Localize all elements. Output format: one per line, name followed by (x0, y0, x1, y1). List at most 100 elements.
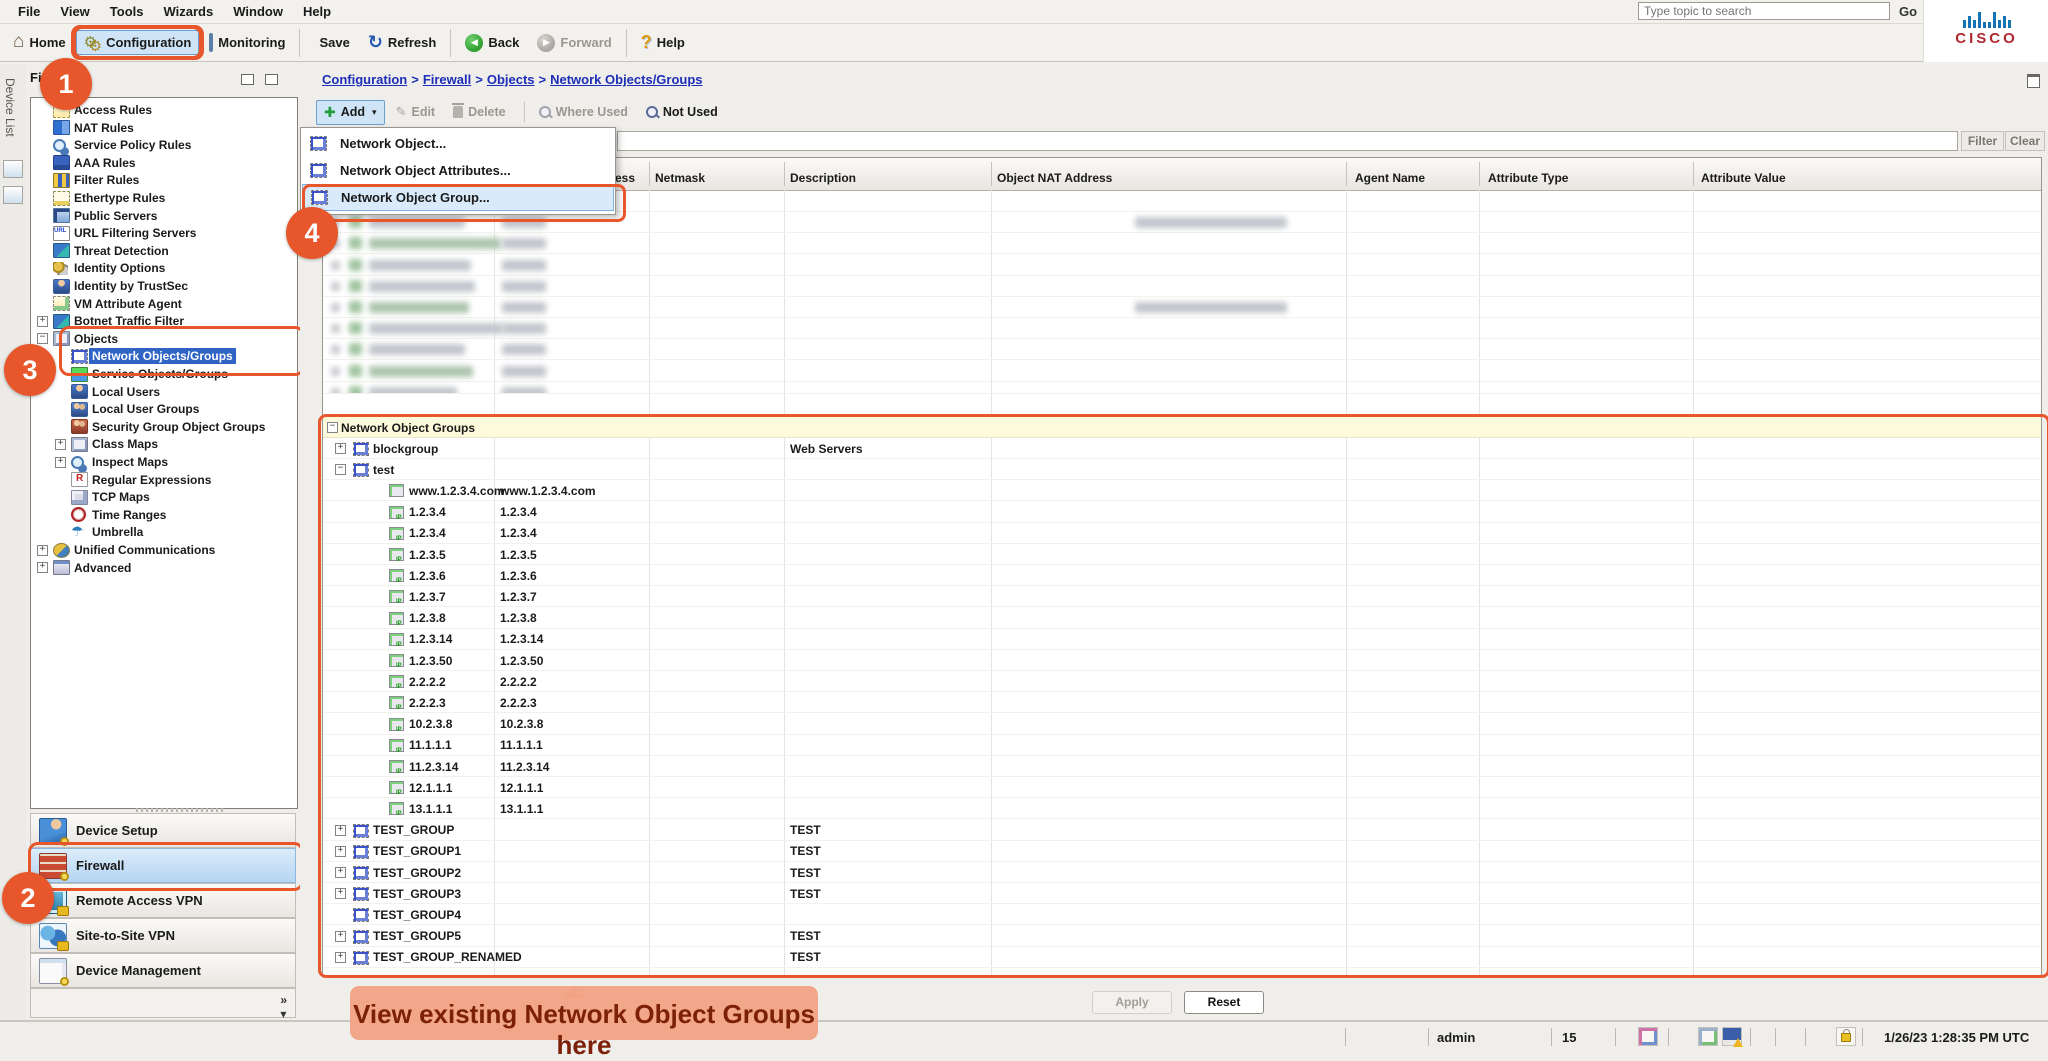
menubar-item-tools[interactable]: Tools (100, 1, 154, 22)
help-button[interactable]: ?Help (633, 27, 693, 58)
table-row-11-1-1-1[interactable]: 11.1.1.111.1.1.1 (323, 735, 2041, 756)
table-row-redacted[interactable] (323, 297, 2041, 318)
collapse-icon[interactable]: − (327, 422, 338, 433)
tree-item-service-objects-groups[interactable]: Service Objects/Groups (31, 365, 297, 383)
panel-dock-icon[interactable] (3, 186, 23, 204)
refresh-button[interactable]: ↻Refresh (360, 30, 445, 56)
save-button[interactable]: Save (306, 30, 357, 55)
column-divider[interactable] (1693, 162, 1694, 186)
menu-item-network-object[interactable]: Network Object... (302, 130, 614, 157)
tree-item-nat-rules[interactable]: NAT Rules (31, 119, 297, 137)
reset-button[interactable]: Reset (1184, 991, 1264, 1014)
tree-item-filter-rules[interactable]: Filter Rules (31, 171, 297, 189)
table-row-13-1-1-1[interactable]: 13.1.1.113.1.1.1 (323, 798, 2041, 819)
tree-item-regular-expressions[interactable]: Regular Expressions (31, 471, 297, 489)
clear-button[interactable]: Clear (2005, 131, 2045, 151)
table-row-11-2-3-14[interactable]: 11.2.3.1411.2.3.14 (323, 756, 2041, 777)
column-header-agent-name[interactable]: Agent Name (1355, 158, 1425, 190)
table-row-12-1-1-1[interactable]: 12.1.1.112.1.1.1 (323, 777, 2041, 798)
splitter-grip[interactable] (136, 808, 226, 812)
breadcrumb-link[interactable]: Network Objects/Groups (550, 72, 702, 87)
delete-button[interactable]: Delete (446, 102, 513, 122)
apply-button[interactable]: Apply (1092, 991, 1172, 1014)
table-row-test-group[interactable]: +TEST_GROUPTEST (323, 820, 2041, 841)
expand-icon[interactable]: + (37, 545, 48, 556)
add-button[interactable]: ✚ Add ▾ (316, 100, 385, 125)
tree-item-network-objects-groups[interactable]: Network Objects/Groups (31, 347, 297, 365)
expand-icon[interactable]: + (335, 443, 346, 454)
menubar-item-help[interactable]: Help (293, 1, 341, 22)
column-divider[interactable] (1479, 162, 1480, 186)
edit-button[interactable]: ✎ Edit (389, 101, 443, 123)
column-header-description[interactable]: Description (790, 158, 856, 190)
tree-item-threat-detection[interactable]: Threat Detection (31, 242, 297, 260)
menubar-item-window[interactable]: Window (223, 1, 293, 22)
tree-item-security-group-object-groups[interactable]: Security Group Object Groups (31, 418, 297, 436)
menu-item-network-object-attributes[interactable]: Network Object Attributes... (302, 157, 614, 184)
tree-item-local-user-groups[interactable]: Local User Groups (31, 400, 297, 418)
panel-dock-icon[interactable] (3, 160, 23, 178)
filter-button[interactable]: Filter (1961, 131, 2004, 151)
table-row-test-group5[interactable]: +TEST_GROUP5TEST (323, 926, 2041, 947)
tree-item-public-servers[interactable]: Public Servers (31, 207, 297, 225)
table-row-redacted[interactable] (323, 339, 2041, 360)
menubar-item-view[interactable]: View (50, 1, 99, 22)
column-header-attribute-type[interactable]: Attribute Type (1488, 158, 1568, 190)
device-list-tab[interactable]: Device List (3, 78, 17, 137)
column-header-attribute-value[interactable]: Attribute Value (1701, 158, 1786, 190)
tree-item-unified-communications[interactable]: +Unified Communications (31, 541, 297, 559)
table-row-test-group-renamed[interactable]: +TEST_GROUP_RENAMEDTEST (323, 947, 2041, 968)
menubar-item-file[interactable]: File (8, 1, 50, 22)
tree-item-vm-attribute-agent[interactable]: VM Attribute Agent (31, 295, 297, 313)
table-row-10-2-3-8[interactable]: 10.2.3.810.2.3.8 (323, 714, 2041, 735)
table-row-redacted[interactable] (323, 382, 2041, 394)
maximize-icon[interactable] (2027, 74, 2040, 88)
where-used-button[interactable]: Where Used (532, 102, 635, 122)
breadcrumb-link[interactable]: Objects (487, 72, 535, 87)
tree-item-umbrella[interactable]: Umbrella (31, 523, 297, 541)
monitoring-button[interactable]: Monitoring (201, 30, 293, 55)
table-row-www-1-2-3-4-com[interactable]: www.1.2.3.4.comwww.1.2.3.4.com (323, 480, 2041, 501)
table-row-redacted[interactable] (323, 233, 2041, 254)
table-row-2-2-2-2[interactable]: 2.2.2.22.2.2.2 (323, 671, 2041, 692)
nav-device-management[interactable]: Device Management (30, 953, 296, 988)
table-row-test[interactable]: −test (323, 459, 2041, 480)
tree-item-local-users[interactable]: Local Users (31, 383, 297, 401)
table-row-test-group1[interactable]: +TEST_GROUP1TEST (323, 841, 2041, 862)
table-row-1-2-3-7[interactable]: 1.2.3.71.2.3.7 (323, 586, 2041, 607)
expand-icon[interactable]: + (335, 825, 346, 836)
table-row-test-group3[interactable]: +TEST_GROUP3TEST (323, 883, 2041, 904)
column-divider[interactable] (991, 162, 992, 186)
table-row-1-2-3-50[interactable]: 1.2.3.501.2.3.50 (323, 650, 2041, 671)
table-row-redacted[interactable] (323, 212, 2041, 233)
tree-item-advanced[interactable]: +Advanced (31, 559, 297, 577)
home-button[interactable]: ⌂Home (5, 30, 74, 55)
tree-item-time-ranges[interactable]: Time Ranges (31, 506, 297, 524)
table-row-redacted[interactable] (323, 361, 2041, 382)
tree-item-botnet-traffic-filter[interactable]: +Botnet Traffic Filter (31, 312, 297, 330)
tree-item-inspect-maps[interactable]: +Inspect Maps (31, 453, 297, 471)
expand-icon[interactable]: + (37, 316, 48, 327)
column-header-object-nat-address[interactable]: Object NAT Address (997, 158, 1112, 190)
column-header-netmask[interactable]: Netmask (655, 158, 705, 190)
tree-item-aaa-rules[interactable]: AAA Rules (31, 154, 297, 172)
expand-icon[interactable]: + (37, 562, 48, 573)
nav-site-to-site-vpn[interactable]: Site-to-Site VPN (30, 918, 296, 953)
collapse-icon[interactable]: − (37, 333, 48, 344)
expand-icon[interactable]: + (335, 931, 346, 942)
expand-icon[interactable]: + (335, 888, 346, 899)
table-row-redacted[interactable] (323, 255, 2041, 276)
table-row-1-2-3-5[interactable]: 1.2.3.51.2.3.5 (323, 544, 2041, 565)
expand-icon[interactable]: + (335, 846, 346, 857)
table-row-1-2-3-4[interactable]: 1.2.3.41.2.3.4 (323, 523, 2041, 544)
column-divider[interactable] (784, 162, 785, 186)
menubar-item-wizards[interactable]: Wizards (154, 1, 224, 22)
expand-icon[interactable]: + (55, 439, 66, 450)
table-row-test-group2[interactable]: +TEST_GROUP2TEST (323, 862, 2041, 883)
filter-input[interactable] (617, 131, 1958, 151)
table-row-test-group4[interactable]: TEST_GROUP4 (323, 904, 2041, 925)
expand-icon[interactable]: + (335, 867, 346, 878)
back-button[interactable]: ◀Back (457, 29, 527, 57)
breadcrumb-link[interactable]: Configuration (322, 72, 407, 87)
expand-icon[interactable]: + (55, 457, 66, 468)
